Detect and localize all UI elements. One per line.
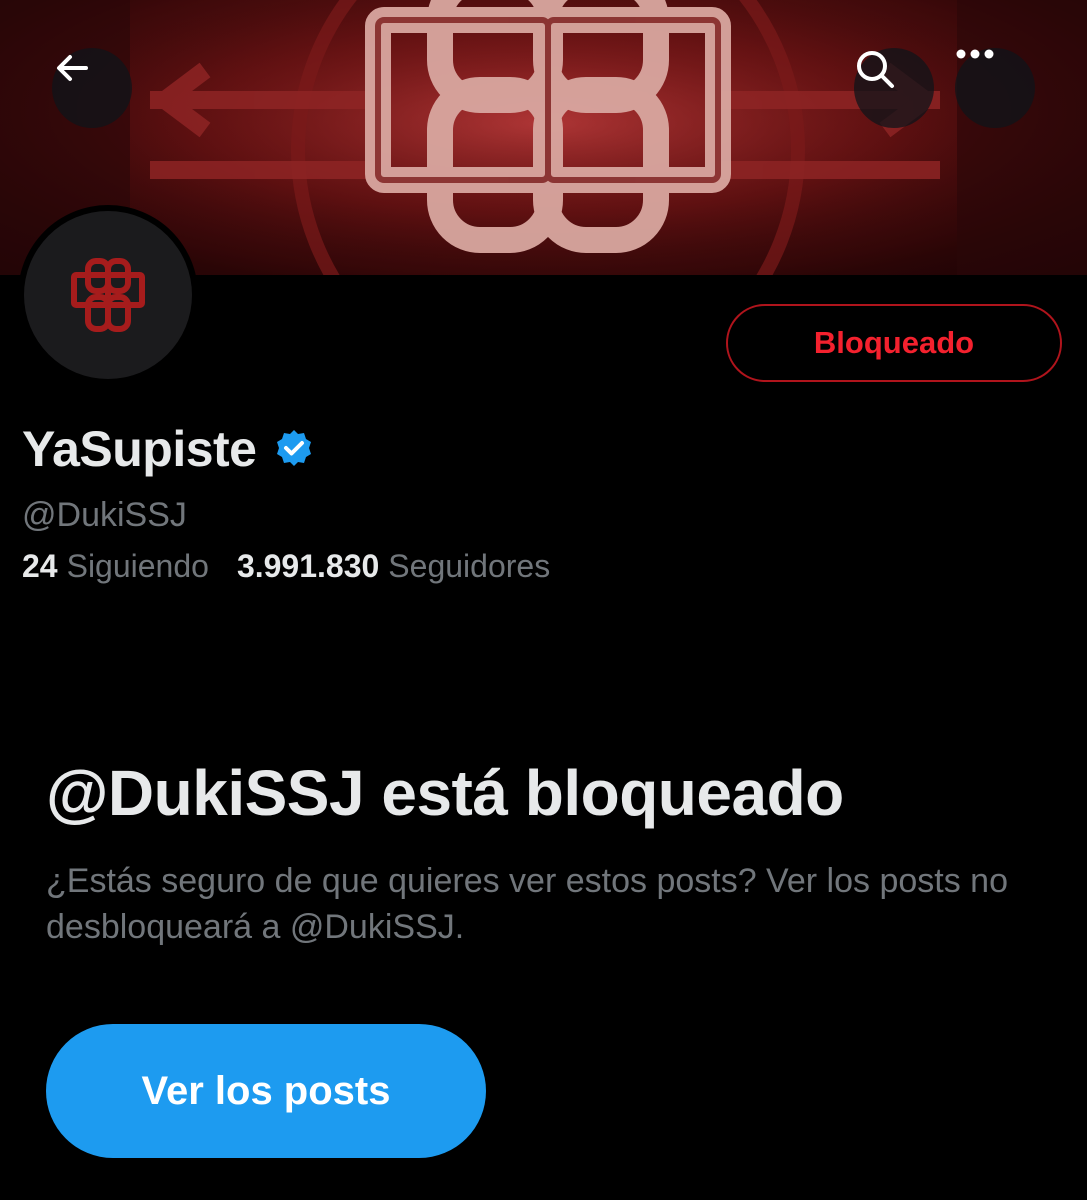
blocked-notice-title: @DukiSSJ está bloqueado <box>46 757 844 829</box>
following-label: Siguiendo <box>66 548 209 584</box>
back-button[interactable] <box>52 48 132 128</box>
followers-label: Seguidores <box>388 548 551 584</box>
followers-count: 3.991.830 <box>236 548 380 584</box>
view-posts-button[interactable]: Ver los posts <box>46 1024 486 1158</box>
following-count: 24 <box>22 548 58 584</box>
profile-stats: 24 Siguiendo 3.991.830 Seguidores <box>22 548 550 585</box>
following-stat[interactable]: 24 Siguiendo <box>22 548 209 585</box>
profile-display-name: YaSupiste <box>22 420 315 478</box>
display-name-text: YaSupiste <box>22 421 257 477</box>
avatar[interactable] <box>18 205 198 385</box>
followers-stat[interactable]: 3.991.830 Seguidores <box>237 548 550 585</box>
more-options-button[interactable] <box>955 48 1035 128</box>
blocked-notice-description: ¿Estás seguro de que quieres ver estos p… <box>46 862 1008 946</box>
more-horizontal-icon <box>956 49 994 59</box>
chain-cross-logo-icon <box>71 258 145 332</box>
avatar-image <box>24 211 192 379</box>
search-icon <box>857 51 894 88</box>
verified-badge-icon[interactable] <box>273 428 315 470</box>
arrow-left-icon <box>57 55 88 81</box>
search-button[interactable] <box>854 48 934 128</box>
profile-handle: @DukiSSJ <box>22 496 187 534</box>
blocked-button[interactable]: Bloqueado <box>726 304 1062 382</box>
